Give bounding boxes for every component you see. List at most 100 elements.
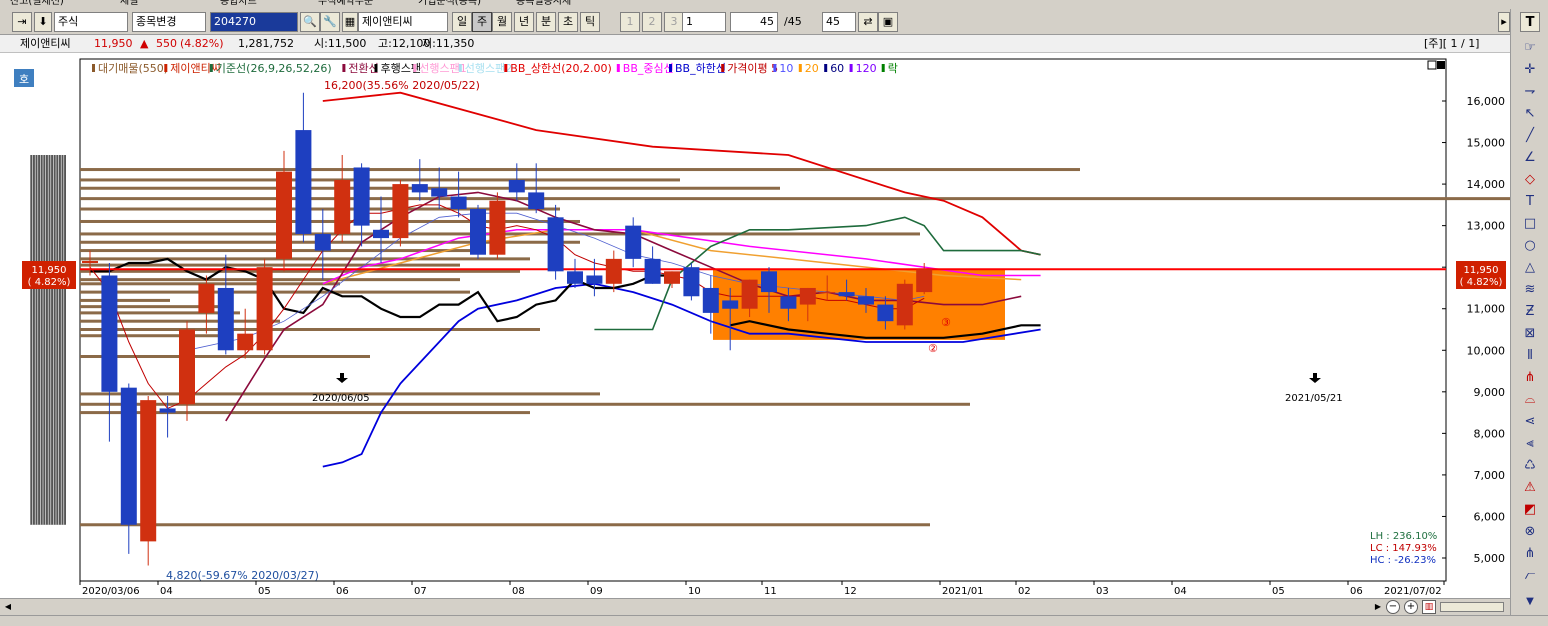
box-diagonal-icon[interactable]: ⊠ xyxy=(1520,324,1540,344)
all-delete-icon[interactable]: ⚠ xyxy=(1520,478,1540,498)
crosshair-tool-icon[interactable]: ✛ xyxy=(1520,60,1540,80)
triangle-icon[interactable]: △ xyxy=(1520,258,1540,278)
legend-label: 60 xyxy=(830,62,844,75)
gann-grid-icon[interactable]: ◩ xyxy=(1520,500,1540,520)
scroll-down-icon[interactable]: ▼ xyxy=(1520,592,1540,612)
candle-body xyxy=(489,200,506,255)
download-icon[interactable]: ⬇ xyxy=(34,12,52,32)
candle-body xyxy=(838,292,855,297)
angle-line-icon[interactable]: ∠ xyxy=(1520,148,1540,168)
count2-input[interactable]: 45 xyxy=(822,12,856,32)
info-low: 저:11,350 xyxy=(422,37,475,50)
legend-swatch xyxy=(342,64,346,72)
gann-fan-icon[interactable]: ⋖ xyxy=(1520,412,1540,432)
number-3[interactable]: 3 xyxy=(664,12,684,32)
close-icon[interactable] xyxy=(1437,61,1445,69)
tab-balance[interactable]: 잔고(결제전) xyxy=(10,0,64,8)
zoom-in-icon[interactable]: + xyxy=(1404,600,1418,614)
text-tool-icon[interactable]: T xyxy=(1520,12,1540,32)
search-icon[interactable]: 🔍 xyxy=(300,12,320,32)
pattern-icon[interactable]: ⊗ xyxy=(1520,522,1540,542)
scroll-left-icon[interactable]: ◀ xyxy=(2,601,14,613)
tab-chart[interactable]: 종합차트 xyxy=(220,0,257,8)
save-icon[interactable]: ▣ xyxy=(878,12,898,32)
candle-body xyxy=(605,258,622,284)
x-tick-label: 08 xyxy=(512,586,525,597)
chart-area[interactable]: 16,00015,00014,00013,00012,00011,00010,0… xyxy=(0,53,1510,598)
text-add-icon[interactable]: T xyxy=(1520,192,1540,212)
y-tick-label: 15,000 xyxy=(1467,137,1506,150)
legend-label: 20 xyxy=(805,62,819,75)
period-week[interactable]: 주 xyxy=(472,12,492,32)
candle-body xyxy=(877,304,894,322)
legend-swatch xyxy=(849,64,853,72)
tab-company-analysis[interactable]: 기업분석(종목) xyxy=(418,0,481,8)
zoom-out-icon[interactable]: − xyxy=(1386,600,1400,614)
marker2-date: 2021/05/21 xyxy=(1285,393,1343,404)
zoom-slider[interactable] xyxy=(1440,602,1504,612)
y-tick-label: 13,000 xyxy=(1467,220,1506,233)
channel-icon[interactable]: ≋ xyxy=(1520,280,1540,300)
trend-line-icon[interactable]: ╱ xyxy=(1520,126,1540,146)
period-tick[interactable]: 틱 xyxy=(580,12,600,32)
period-year[interactable]: 년 xyxy=(514,12,534,32)
speed-line-icon[interactable]: ⫷ xyxy=(1520,434,1540,454)
market-select[interactable]: 주식 xyxy=(54,12,128,32)
scroll-right-icon[interactable]: ▶ xyxy=(1372,601,1384,613)
candle-body xyxy=(683,267,700,297)
chart-toolbar: ⇥ ⬇ 주식 종목변경 204270 🔍 🔧 ▦ 제이앤티씨 일 주 월 년 분… xyxy=(0,9,1510,35)
swap-icon[interactable]: ⇄ xyxy=(858,12,878,32)
interval-select[interactable]: 1 xyxy=(682,12,726,32)
bars-icon[interactable]: ▥ xyxy=(1422,600,1436,614)
link-arrow-icon[interactable]: ⇥ xyxy=(12,12,32,32)
grid-icon[interactable]: ▦ xyxy=(342,12,358,32)
candle-body xyxy=(761,271,777,293)
vertical-lines-icon[interactable]: ⦀ xyxy=(1520,346,1540,366)
number-2[interactable]: 2 xyxy=(642,12,662,32)
y-tick-label: 9,000 xyxy=(1474,386,1506,399)
pointer-tool-icon[interactable]: ☞ xyxy=(1520,38,1540,58)
x-tick-label: 06 xyxy=(336,586,349,597)
drawing-tools-sidebar: T ☞ ✛ ⇁ ↖ ╱ ∠ ◇ T □ ○ △ ≋ Ƶ ⊠ ⦀ ⋔ ⌓ ⋖ ⫷ … xyxy=(1510,9,1548,615)
legend-swatch xyxy=(881,64,885,72)
candle-body xyxy=(799,287,816,305)
volume-profile-bar xyxy=(80,257,530,261)
rectangle-icon[interactable]: □ xyxy=(1520,214,1540,234)
change-stock-select[interactable]: 종목변경 xyxy=(132,12,206,32)
side-label[interactable]: 호 xyxy=(19,73,29,86)
number-1[interactable]: 1 xyxy=(620,12,640,32)
arrow-tool-icon[interactable]: ↖ xyxy=(1520,104,1540,124)
zigzag-icon[interactable]: Ƶ xyxy=(1520,302,1540,322)
horizontal-scrollbar[interactable]: ◀ ▶ − + ▥ xyxy=(0,598,1510,615)
info-price: 11,950 xyxy=(94,37,133,50)
eraser-icon[interactable]: ◇ xyxy=(1520,170,1540,190)
tab-disclosure[interactable]: 종목별공시세 xyxy=(516,0,571,8)
cycle-icon[interactable]: ♺ xyxy=(1520,456,1540,476)
regression-icon[interactable]: ⦧ xyxy=(1520,566,1540,586)
count-input[interactable]: 45 xyxy=(730,12,778,32)
current-pct-left: ( 4.82%) xyxy=(28,277,71,288)
candle-body xyxy=(237,333,254,351)
andrews-pitchfork-icon[interactable]: ⋔ xyxy=(1520,544,1540,564)
tab-reserve-order[interactable]: 주식예약주문 xyxy=(318,0,373,8)
candle-body xyxy=(159,408,176,413)
candle-body xyxy=(664,271,680,284)
period-month[interactable]: 월 xyxy=(492,12,512,32)
x-tick-label: 02 xyxy=(1018,586,1031,597)
stock-code-input[interactable]: 204270 xyxy=(210,12,298,32)
candle-body xyxy=(858,296,874,305)
period-minute[interactable]: 분 xyxy=(536,12,556,32)
panel-toggle-icon[interactable]: ▸ xyxy=(1498,12,1510,32)
fibonacci-arc-icon[interactable]: ⌓ xyxy=(1520,390,1540,410)
period-day[interactable]: 일 xyxy=(452,12,472,32)
fibonacci-fan-icon[interactable]: ⋔ xyxy=(1520,368,1540,388)
horizontal-line-icon[interactable]: ⇁ xyxy=(1520,82,1540,102)
legend-label: 대기매물(550) xyxy=(98,62,168,75)
circle-icon[interactable]: ○ xyxy=(1520,236,1540,256)
tab-execution[interactable]: 체결 xyxy=(120,0,138,8)
x-tick-label: 04 xyxy=(160,586,173,597)
volume-profile-bar xyxy=(80,207,560,211)
chart-svg[interactable]: 16,00015,00014,00013,00012,00011,00010,0… xyxy=(0,53,1510,598)
period-second[interactable]: 초 xyxy=(558,12,578,32)
wrench-icon[interactable]: 🔧 xyxy=(320,12,340,32)
